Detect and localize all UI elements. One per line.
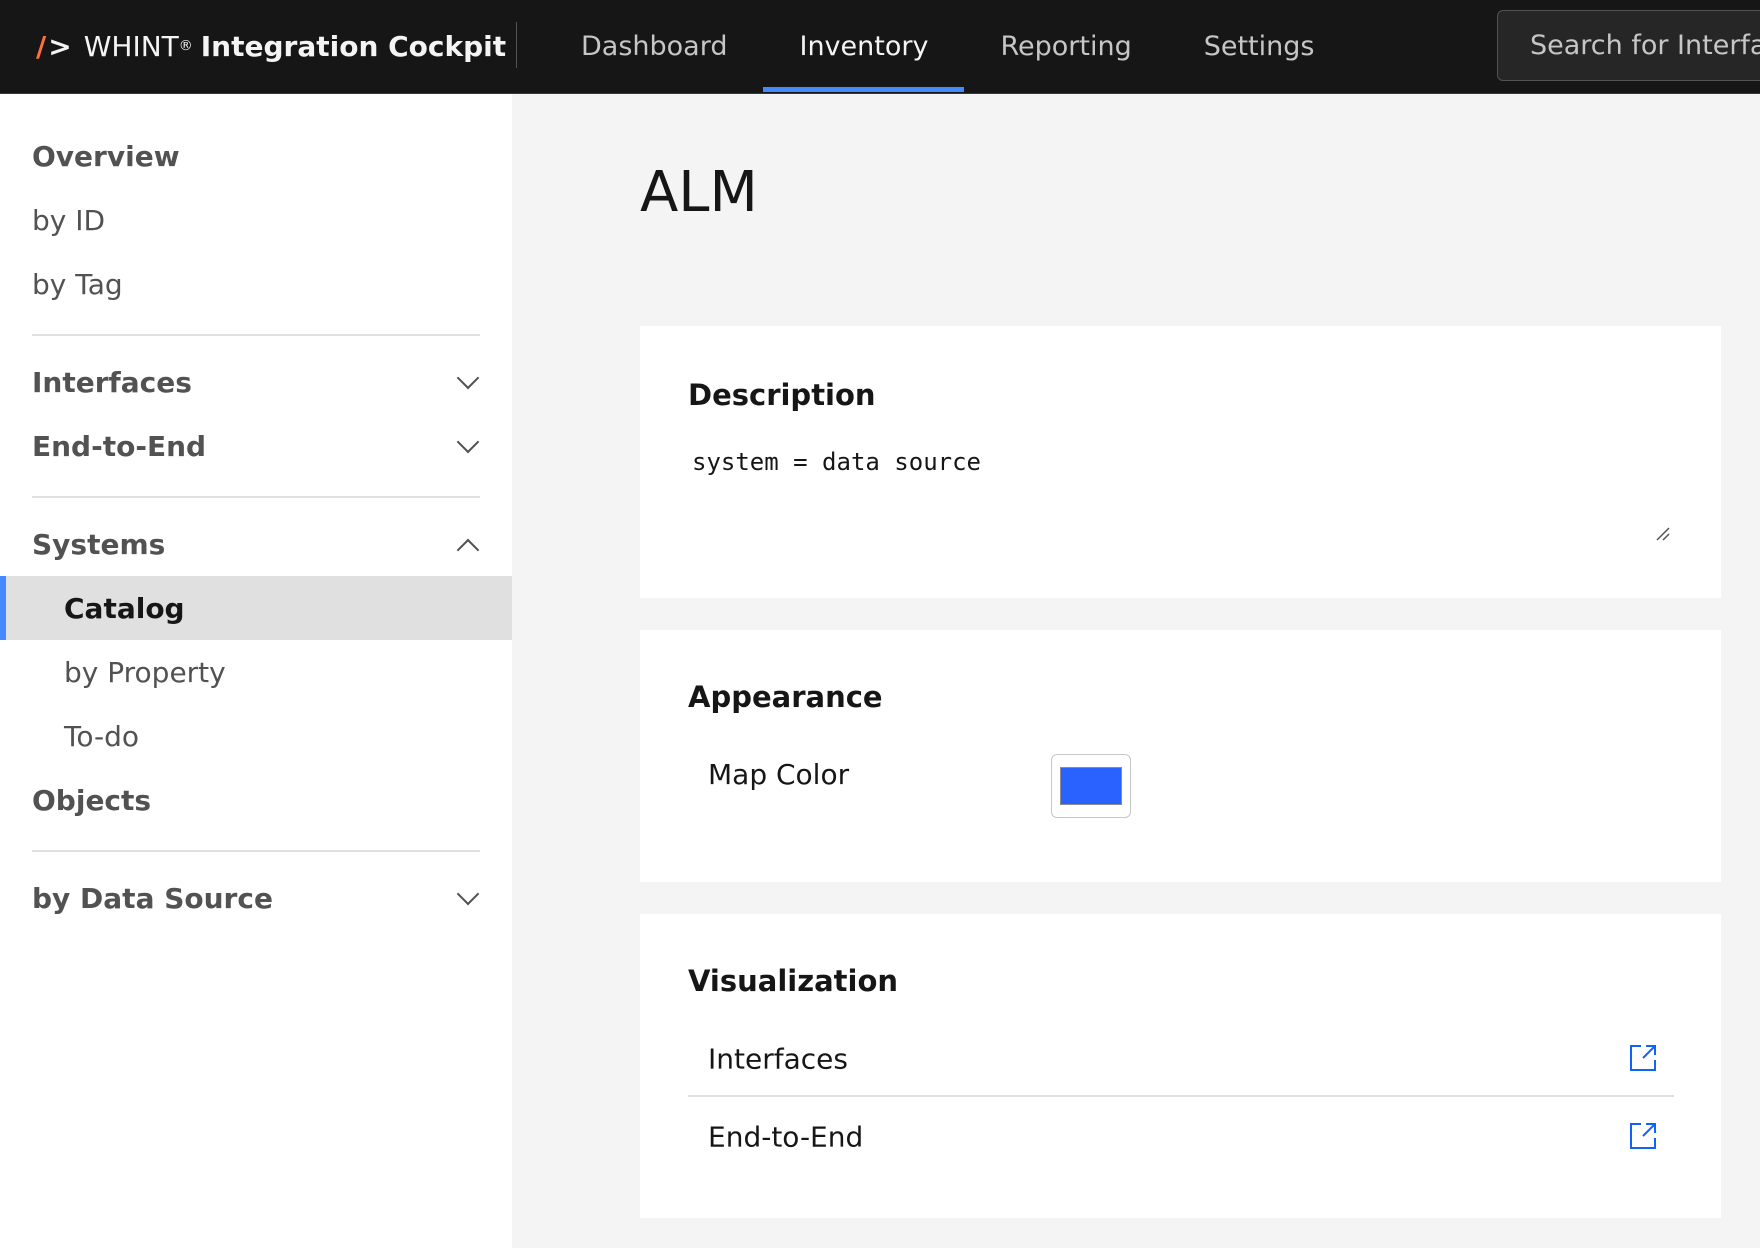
header-divider xyxy=(516,22,517,68)
visualization-row-label: End-to-End xyxy=(708,1120,864,1153)
appearance-card: Appearance Map Color xyxy=(640,630,1721,882)
appearance-title: Appearance xyxy=(688,680,883,714)
sidebar-item-systems[interactable]: Systems xyxy=(0,512,512,576)
map-color-label: Map Color xyxy=(708,758,850,791)
nav-reporting[interactable]: Reporting xyxy=(964,0,1167,92)
description-title: Description xyxy=(688,378,876,412)
sidebar-item-by-data-source[interactable]: by Data Source xyxy=(0,866,512,930)
resize-handle-icon[interactable] xyxy=(1655,526,1671,542)
page-title: ALM xyxy=(640,160,758,225)
sidebar-divider xyxy=(32,334,480,336)
sidebar: Overview by ID by Tag Interfaces End-to-… xyxy=(0,94,512,1248)
brand-name: WHINT xyxy=(83,29,179,63)
sidebar-divider xyxy=(32,496,480,498)
sidebar-item-end-to-end[interactable]: End-to-End xyxy=(0,414,512,478)
brand-logo-slash: / xyxy=(36,29,47,63)
main-nav: Dashboard Inventory Reporting Settings xyxy=(545,0,1350,92)
launch-icon[interactable] xyxy=(1628,1043,1658,1073)
app-brand[interactable]: / > WHINT ® Integration Cockpit xyxy=(36,0,506,92)
chevron-down-icon xyxy=(456,366,480,390)
sidebar-item-label: by Data Source xyxy=(32,881,273,915)
sidebar-item-label: by ID xyxy=(32,203,106,237)
brand-product-name: Integration Cockpit xyxy=(200,29,507,63)
top-header: / > WHINT ® Integration Cockpit Dashboar… xyxy=(0,0,1760,94)
sidebar-item-by-tag[interactable]: by Tag xyxy=(0,252,512,316)
visualization-row-end-to-end[interactable]: End-to-End xyxy=(688,1099,1674,1174)
chevron-up-icon xyxy=(456,538,480,562)
sidebar-item-label: Catalog xyxy=(64,591,185,625)
sidebar-item-label: Objects xyxy=(32,783,152,817)
nav-dashboard[interactable]: Dashboard xyxy=(545,0,763,92)
sidebar-item-label: Interfaces xyxy=(32,365,192,399)
global-search xyxy=(1497,10,1760,81)
sidebar-item-overview[interactable]: Overview xyxy=(0,124,512,188)
visualization-card: Visualization Interfaces End-to-End xyxy=(640,914,1721,1218)
sidebar-item-label: Systems xyxy=(32,527,166,561)
sidebar-item-label: Overview xyxy=(32,139,180,173)
sidebar-item-label: by Property xyxy=(64,655,226,689)
chevron-down-icon xyxy=(456,882,480,906)
sidebar-item-objects[interactable]: Objects xyxy=(0,768,512,832)
description-card: Description system = data source xyxy=(640,326,1721,598)
map-color-swatch xyxy=(1060,767,1122,805)
brand-registered-mark: ® xyxy=(178,38,193,54)
search-input[interactable] xyxy=(1498,11,1760,80)
sidebar-item-interfaces[interactable]: Interfaces xyxy=(0,350,512,414)
sidebar-item-catalog[interactable]: Catalog xyxy=(0,576,512,640)
description-textarea[interactable]: system = data source xyxy=(692,448,981,476)
map-color-picker[interactable] xyxy=(1051,754,1131,818)
sidebar-item-by-property[interactable]: by Property xyxy=(0,640,512,704)
sidebar-divider xyxy=(32,850,480,852)
launch-icon[interactable] xyxy=(1628,1121,1658,1151)
nav-inventory[interactable]: Inventory xyxy=(763,0,965,92)
visualization-title: Visualization xyxy=(688,964,899,998)
sidebar-item-todo[interactable]: To-do xyxy=(0,704,512,768)
brand-logo-chevron: > xyxy=(48,29,72,63)
nav-settings[interactable]: Settings xyxy=(1168,0,1351,92)
sidebar-item-by-id[interactable]: by ID xyxy=(0,188,512,252)
sidebar-item-label: by Tag xyxy=(32,267,123,301)
sidebar-item-label: End-to-End xyxy=(32,429,207,463)
chevron-down-icon xyxy=(456,430,480,454)
visualization-row-interfaces[interactable]: Interfaces xyxy=(688,1022,1674,1097)
sidebar-item-label: To-do xyxy=(64,719,140,753)
visualization-row-label: Interfaces xyxy=(708,1042,848,1075)
